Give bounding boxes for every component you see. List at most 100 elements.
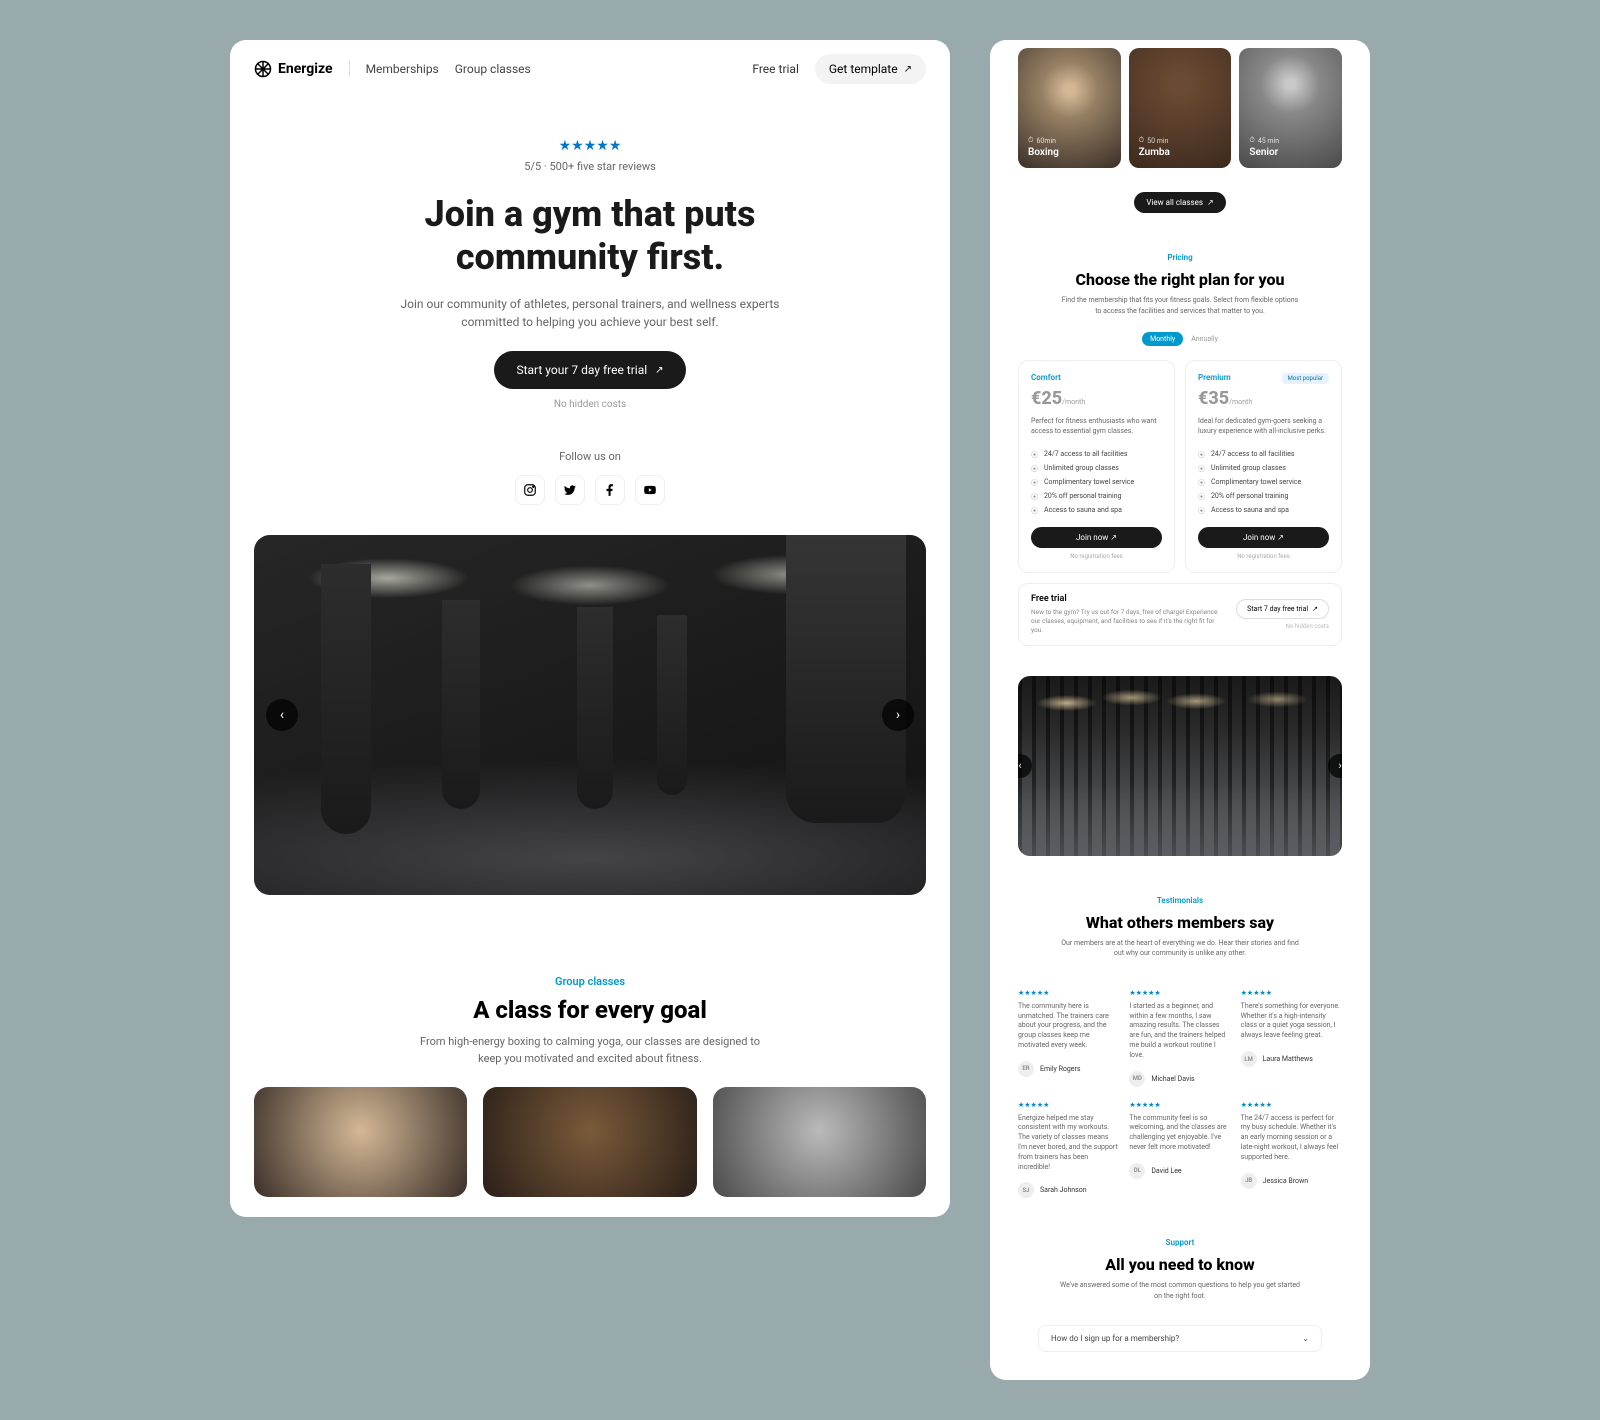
youtube-icon[interactable] (635, 475, 665, 505)
facebook-icon[interactable] (595, 475, 625, 505)
testimonial-author: DLDavid Lee (1129, 1163, 1230, 1179)
testimonial-author: ER Emily Rogers (1018, 1061, 1119, 1077)
get-template-label: Get template (829, 62, 898, 76)
rating-stars-icon: ★★★★★ (1241, 989, 1342, 997)
class-card-zumba[interactable]: ⏱50 min Zumba (1129, 48, 1232, 168)
nav-right: Free trial Get template ↗ (752, 54, 926, 84)
feature-text: 24/7 access to all facilities (1044, 450, 1127, 458)
plan-feature: ⦿Access to sauna and spa (1198, 503, 1329, 517)
author-name: Sarah Johnson (1040, 1186, 1087, 1194)
testimonials-eyebrow: Testimonials (1028, 896, 1332, 905)
instagram-icon[interactable] (515, 475, 545, 505)
no-registration-text: No registration fees (1198, 553, 1329, 560)
logo-icon (254, 60, 272, 78)
pricing-eyebrow: Pricing (1028, 253, 1332, 262)
trial-title: Free trial (1031, 594, 1226, 604)
class-cards-preview (230, 1087, 950, 1217)
no-hidden-costs-text: No hidden costs (1236, 623, 1329, 630)
feature-text: Access to sauna and spa (1044, 506, 1122, 514)
gym-carousel-image: ‹ › (1018, 676, 1342, 856)
testimonial-author: SJSarah Johnson (1018, 1182, 1119, 1198)
join-now-button[interactable]: Join now ↗ (1031, 527, 1162, 548)
check-icon: ⦿ (1198, 492, 1206, 500)
testimonials-header: Testimonials What others members say Our… (998, 886, 1362, 975)
punching-bag (321, 564, 371, 834)
avatar: JB (1241, 1173, 1257, 1189)
page-frame-bottom: ⏱60min Boxing ⏱50 min Zumba ⏱45 min Seni… (990, 40, 1370, 1380)
avatar: MD (1129, 1071, 1145, 1087)
punching-bag (442, 600, 480, 809)
avatar: ER (1018, 1061, 1034, 1077)
social-links (290, 475, 890, 505)
class-card-boxing[interactable]: ⏱60min Boxing (1018, 48, 1121, 168)
plan-feature: ⦿Complimentary towel service (1198, 475, 1329, 489)
class-name: Zumba (1139, 147, 1222, 158)
testimonial-card: ★★★★★ The 24/7 access is perfect for my … (1241, 1101, 1342, 1199)
check-icon: ⦿ (1198, 478, 1206, 486)
trial-info: Free trial New to the gym? Try us out fo… (1031, 594, 1226, 635)
nav-link-classes[interactable]: Group classes (455, 62, 531, 76)
logo-text: Energize (278, 61, 333, 77)
punching-bag (657, 615, 687, 795)
class-card[interactable] (713, 1087, 926, 1197)
check-icon: ⦿ (1031, 464, 1039, 472)
class-card-senior[interactable]: ⏱45 min Senior (1239, 48, 1342, 168)
nav-free-trial-link[interactable]: Free trial (752, 62, 799, 76)
author-name: David Lee (1151, 1167, 1181, 1175)
class-name: Boxing (1028, 147, 1111, 158)
feature-text: Complimentary towel service (1044, 478, 1134, 486)
testimonial-author: MDMichael Davis (1129, 1071, 1230, 1087)
feature-text: Unlimited group classes (1044, 464, 1119, 472)
arrow-icon: ↗ (1207, 198, 1214, 207)
nav-divider (349, 61, 350, 77)
class-card[interactable] (254, 1087, 467, 1197)
plan-period: /month (1062, 398, 1085, 406)
hero-carousel-image: ‹ › (254, 535, 926, 895)
support-eyebrow: Support (1028, 1238, 1332, 1247)
author-name: Emily Rogers (1040, 1065, 1081, 1073)
check-icon: ⦿ (1031, 506, 1039, 514)
classes-section-header: Group classes A class for every goal Fro… (230, 945, 950, 1087)
classes-subtitle: From high-energy boxing to calming yoga,… (410, 1034, 770, 1067)
trial-description: New to the gym? Try us out for 7 days, f… (1031, 608, 1226, 635)
get-template-button[interactable]: Get template ↗ (815, 54, 926, 84)
testimonials-title: What others members say (1028, 913, 1332, 932)
nav-links: Memberships Group classes (366, 62, 531, 76)
toggle-annually[interactable]: Annually (1191, 335, 1218, 343)
carousel-prev-button[interactable]: ‹ (266, 699, 298, 731)
pricing-cards: Comfort €25/month Perfect for fitness en… (998, 360, 1362, 573)
plan-price: €25/month (1031, 388, 1162, 409)
class-duration-text: 50 min (1147, 137, 1168, 145)
start-trial-button[interactable]: Start your 7 day free trial ↗ (494, 351, 685, 389)
pricing-card-comfort: Comfort €25/month Perfect for fitness en… (1018, 360, 1175, 573)
faq-accordion-item[interactable]: How do I sign up for a membership? ⌄ (1038, 1325, 1322, 1352)
toggle-monthly[interactable]: Monthly (1142, 332, 1183, 346)
plan-price-value: €35 (1198, 388, 1229, 409)
rating-stars-icon: ★★★★★ (290, 138, 890, 154)
pricing-card-premium: Most popularPremium €35/month Ideal for … (1185, 360, 1342, 573)
join-label: Join now (1076, 533, 1108, 542)
testimonial-card: ★★★★★ There's something for everyone. Wh… (1241, 989, 1342, 1087)
check-icon: ⦿ (1198, 450, 1206, 458)
nav-link-memberships[interactable]: Memberships (366, 62, 439, 76)
rating-stars-icon: ★★★★★ (1018, 989, 1119, 997)
no-registration-text: No registration fees (1031, 553, 1162, 560)
check-icon: ⦿ (1031, 450, 1039, 458)
support-subtitle: We've answered some of the most common q… (1060, 1280, 1300, 1301)
pricing-title: Choose the right plan for you (1028, 270, 1332, 289)
join-now-button[interactable]: Join now ↗ (1198, 527, 1329, 548)
pricing-section-header: Pricing Choose the right plan for you Fi… (998, 243, 1362, 332)
class-duration-text: 60min (1036, 137, 1056, 145)
start-trial-button[interactable]: Start 7 day free trial ↗ (1236, 599, 1329, 619)
free-trial-box: Free trial New to the gym? Try us out fo… (1018, 583, 1342, 646)
class-card[interactable] (483, 1087, 696, 1197)
view-all-classes-button[interactable]: View all classes ↗ (1134, 192, 1225, 213)
plan-feature: ⦿24/7 access to all facilities (1198, 447, 1329, 461)
testimonial-text: The community here is unmatched. The tra… (1018, 1002, 1119, 1051)
carousel-next-button[interactable]: › (882, 699, 914, 731)
class-cards: ⏱60min Boxing ⏱50 min Zumba ⏱45 min Seni… (998, 48, 1362, 184)
hero-title-line-2: community first. (456, 236, 724, 278)
plan-features: ⦿24/7 access to all facilities ⦿Unlimite… (1198, 447, 1329, 517)
logo[interactable]: Energize (254, 60, 333, 78)
twitter-icon[interactable] (555, 475, 585, 505)
